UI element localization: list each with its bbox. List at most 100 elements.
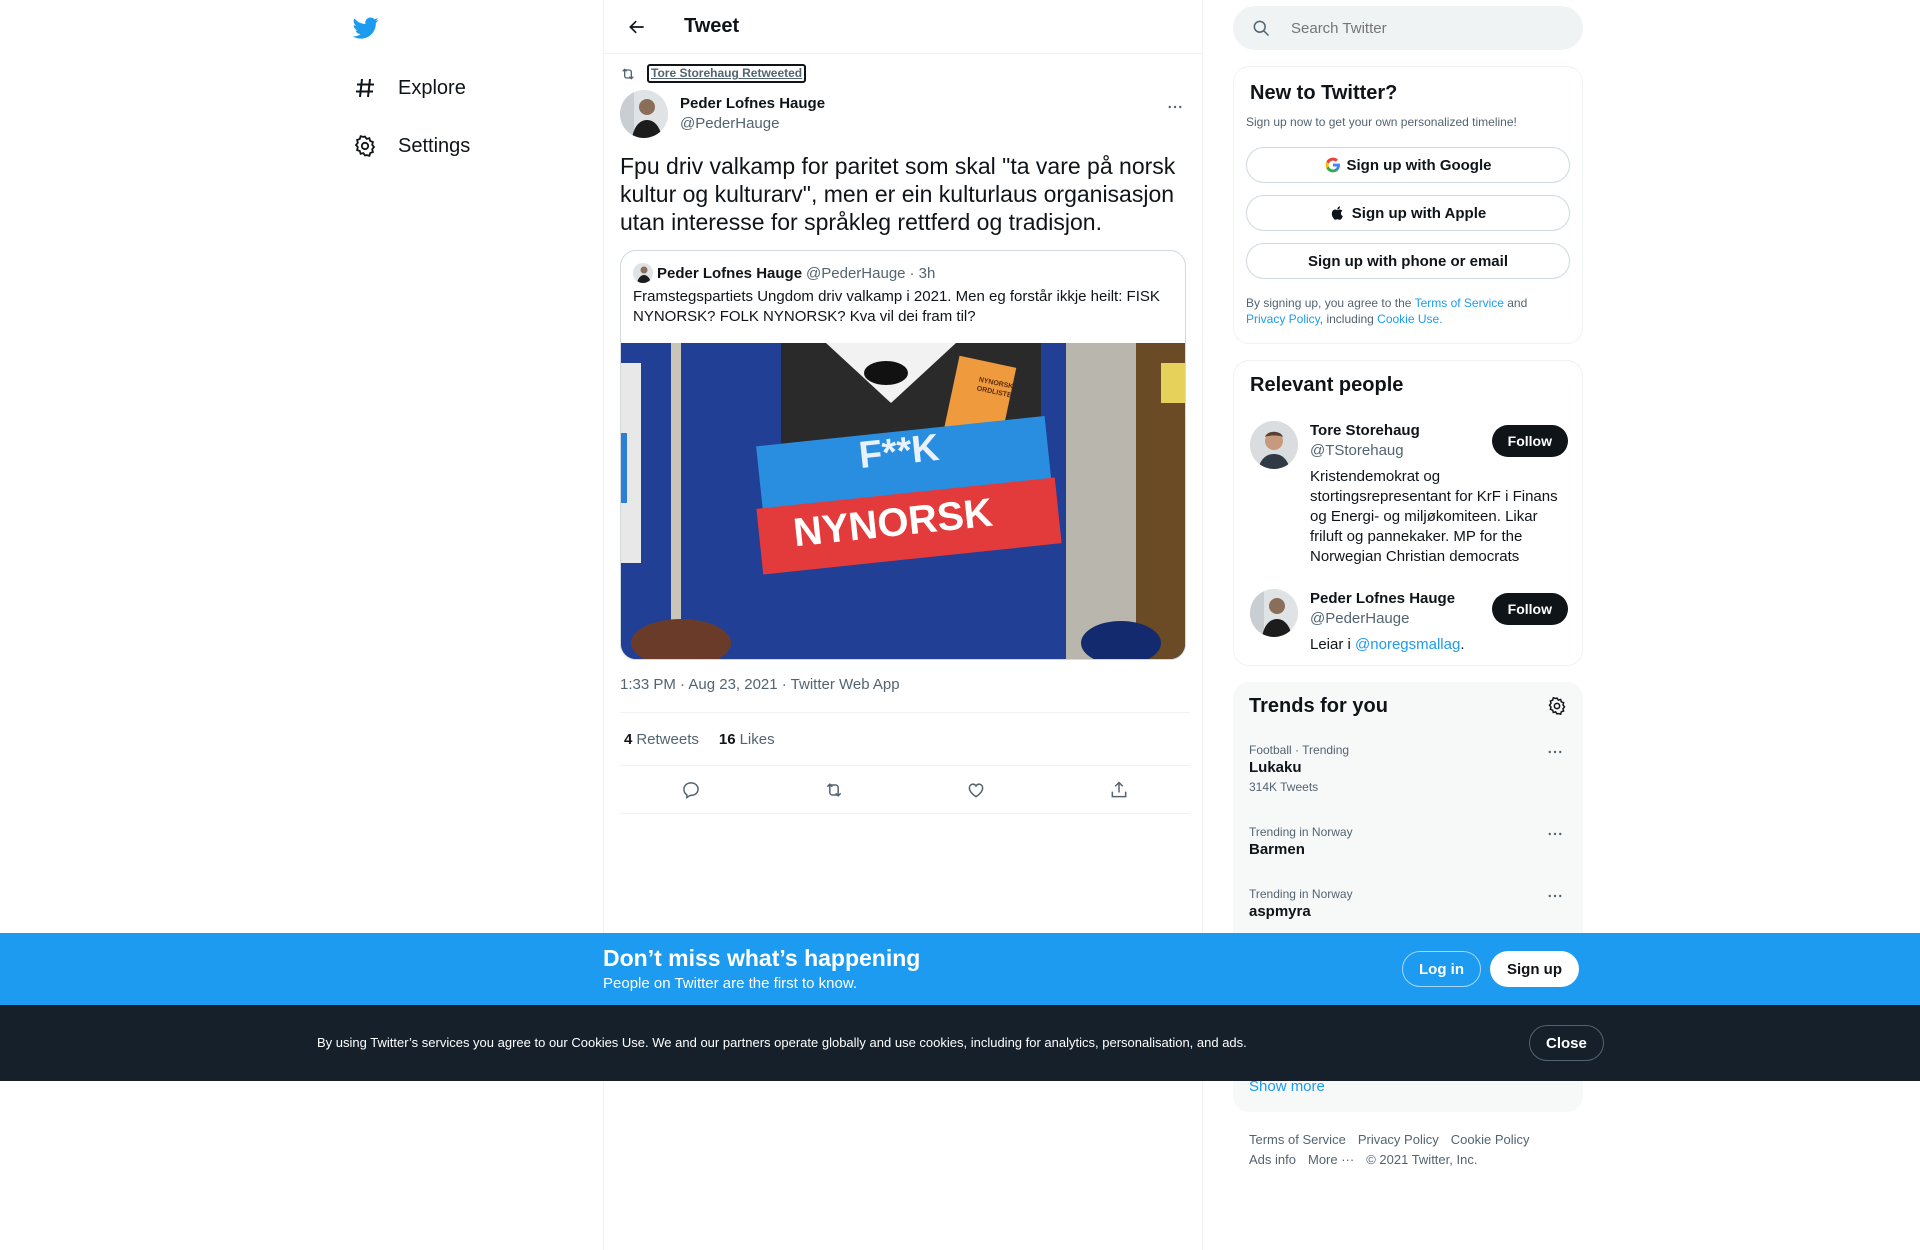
privacy-link[interactable]: Privacy Policy <box>1246 312 1320 326</box>
person-bio: Leiar i @noregsmallag. <box>1310 635 1568 655</box>
share-button[interactable] <box>1102 773 1136 807</box>
trend-more-button[interactable] <box>1543 824 1567 844</box>
retweet-button[interactable] <box>817 773 851 807</box>
tweet-timestamp[interactable]: 1:33 PM · Aug 23, 2021 · Twitter Web App <box>620 676 900 693</box>
quoted-tweet[interactable]: Peder Lofnes Hauge @PederHauge · 3h Fram… <box>620 250 1186 660</box>
trend-name: Lukaku <box>1249 759 1302 776</box>
quote-text: Framstegspartiets Ungdom driv valkamp i … <box>633 288 1160 325</box>
footer-ads-link[interactable]: Ads info <box>1249 1152 1296 1167</box>
likes-count: 16 <box>718 730 736 748</box>
legal-text-3: , including <box>1319 312 1378 326</box>
page-header: Tweet <box>604 0 1202 54</box>
cookie-use-link[interactable]: Cookie Use. <box>1377 312 1442 326</box>
person-avatar[interactable] <box>1250 589 1298 637</box>
quote-image[interactable]: F**K NYNORSK NYNORSK ORDLISTE <box>621 343 1185 659</box>
more-dots-icon <box>1548 832 1562 836</box>
google-icon <box>1325 157 1341 173</box>
nav-settings[interactable]: Settings <box>352 120 470 172</box>
signup-phone-button[interactable]: Sign up with phone or email <box>1246 243 1570 279</box>
search-icon <box>1251 18 1271 38</box>
person-handle[interactable]: @TStorehaug <box>1310 441 1500 461</box>
person-name[interactable]: Peder Lofnes Hauge <box>1310 589 1500 609</box>
signup-google-button[interactable]: Sign up with Google <box>1246 147 1570 183</box>
back-arrow-icon <box>629 20 644 33</box>
person-avatar[interactable] <box>1250 421 1298 469</box>
trend-more-button[interactable] <box>1543 886 1567 906</box>
signup-phone-label: Sign up with phone or email <box>1307 252 1508 270</box>
more-dots-icon <box>1168 105 1182 109</box>
trend-meta: Trending in Norway <box>1249 887 1353 901</box>
author-handle[interactable]: @PederHauge <box>680 114 825 134</box>
hashtag-icon <box>352 75 378 101</box>
trend-item[interactable]: Trending in Norway Barmen <box>1249 824 1567 860</box>
trend-item[interactable]: Football · Trending Lukaku 314K Tweets <box>1249 742 1567 796</box>
back-button[interactable] <box>620 10 654 44</box>
trend-name: aspmyra <box>1249 903 1311 920</box>
person-handle[interactable]: @PederHauge <box>1310 609 1500 629</box>
footer-terms-link[interactable]: Terms of Service <box>1249 1132 1346 1147</box>
banner-title: Don’t miss what’s happening <box>603 945 921 971</box>
tweet-stats: 4 Retweets 16 Likes <box>620 712 1190 766</box>
likes-label: Likes <box>739 730 775 748</box>
retweet-action-icon <box>826 782 841 797</box>
trend-item[interactable]: Trending in Norway aspmyra <box>1249 886 1567 922</box>
retweeted-by-link[interactable]: Tore Storehaug Retweeted <box>647 64 807 83</box>
tweet-more-button[interactable] <box>1160 92 1190 122</box>
quote-author-name: Peder Lofnes Hauge <box>657 264 803 282</box>
nav-explore-label: Explore <box>398 76 466 99</box>
follow-button[interactable]: Follow <box>1491 425 1568 457</box>
relevant-people-card: Relevant people Tore Storehaug @TStoreha… <box>1233 360 1583 666</box>
signup-apple-label: Sign up with Apple <box>1351 204 1487 222</box>
legal-text-2: and <box>1503 296 1528 310</box>
signup-google-label: Sign up with Google <box>1346 156 1492 174</box>
footer-more-link[interactable]: More ··· <box>1308 1152 1354 1167</box>
author-name[interactable]: Peder Lofnes Hauge <box>680 94 825 114</box>
page-title: Tweet <box>684 15 740 37</box>
quote-time: · 3h <box>909 264 936 282</box>
nav-settings-label: Settings <box>398 134 471 157</box>
likes-stat[interactable]: 16 Likes <box>719 731 775 748</box>
reply-button[interactable] <box>674 773 708 807</box>
terms-link[interactable]: Terms of Service <box>1415 296 1504 310</box>
retweet-icon <box>620 66 636 82</box>
banner-subtitle: People on Twitter are the first to know. <box>603 975 858 992</box>
relevant-people-title: Relevant people <box>1250 374 1404 396</box>
trend-more-button[interactable] <box>1543 742 1567 762</box>
search-box[interactable] <box>1233 6 1583 50</box>
search-input[interactable] <box>1291 19 1551 37</box>
trends-settings-icon[interactable] <box>1547 696 1567 716</box>
tweet-text: Fpu driv valkamp for paritet som skal "t… <box>620 153 1176 235</box>
trend-name: Barmen <box>1249 841 1305 858</box>
bio-mention-link[interactable]: @noregsmallag <box>1355 636 1460 653</box>
more-dots-icon <box>1548 894 1562 898</box>
retweets-count: 4 <box>624 730 633 748</box>
footer-cookie-link[interactable]: Cookie Policy <box>1451 1132 1530 1147</box>
legal-text-1: By signing up, you agree to the <box>1246 296 1415 310</box>
nav-explore[interactable]: Explore <box>352 62 466 114</box>
footer-links: Terms of Service Privacy Policy Cookie Pol… <box>1249 1130 1579 1170</box>
gear-icon <box>352 133 378 159</box>
bio-suffix: . <box>1460 636 1465 653</box>
author-avatar[interactable] <box>620 90 668 138</box>
signup-legal-text: By signing up, you agree to the Terms of… <box>1246 295 1566 327</box>
follow-button[interactable]: Follow <box>1491 593 1568 625</box>
signup-button[interactable]: Sign up <box>1490 951 1579 987</box>
image-text-top: F**K <box>856 426 942 478</box>
cookie-banner: By using Twitter’s services you agree to… <box>0 1005 1920 1081</box>
like-button[interactable] <box>959 773 993 807</box>
twitter-logo-icon[interactable] <box>352 15 380 41</box>
cookie-text: By using Twitter’s services you agree to… <box>317 1035 1247 1050</box>
person-name[interactable]: Tore Storehaug <box>1310 421 1500 441</box>
retweets-stat[interactable]: 4 Retweets <box>624 731 699 748</box>
quote-header: Peder Lofnes Hauge @PederHauge · 3h <box>633 263 935 283</box>
trend-count: 314K Tweets <box>1249 780 1319 794</box>
login-button[interactable]: Log in <box>1402 951 1481 987</box>
person-bio: Kristendemokrat og stortingsrepresentant… <box>1310 468 1558 565</box>
cookie-close-button[interactable]: Close <box>1529 1025 1604 1061</box>
signup-apple-button[interactable]: Sign up with Apple <box>1246 195 1570 231</box>
new-to-twitter-card: New to Twitter? Sign up now to get your … <box>1233 66 1583 344</box>
trend-meta: Football · Trending <box>1249 743 1350 757</box>
footer-copyright: © 2021 Twitter, Inc. <box>1366 1152 1478 1167</box>
heart-icon <box>968 782 984 798</box>
footer-privacy-link[interactable]: Privacy Policy <box>1358 1132 1439 1147</box>
